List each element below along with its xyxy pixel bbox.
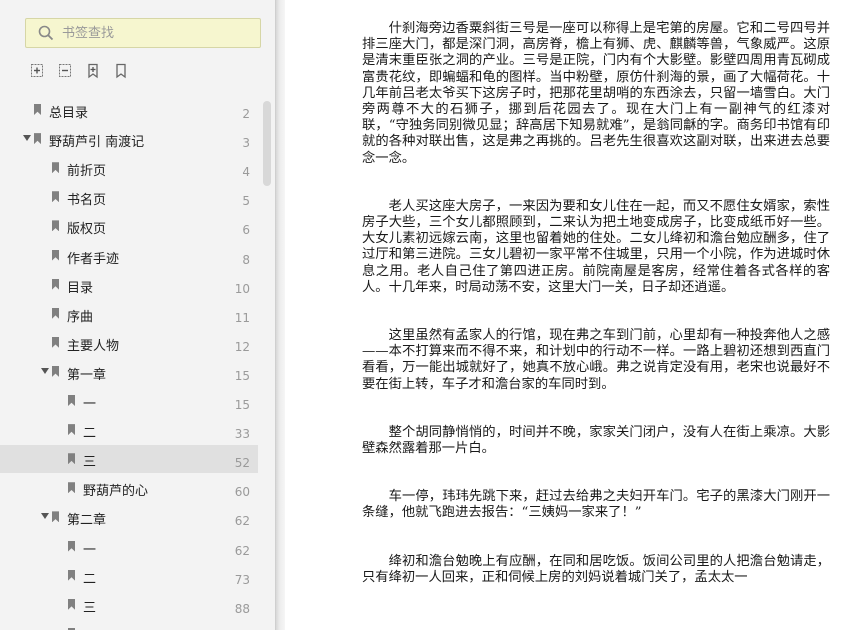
toc-item[interactable]: 序曲 11 (0, 300, 258, 328)
bookmark-toolbar (30, 63, 130, 81)
body-paragraph: 什刹海旁边香粟斜街三号是一座可以称得上是宅第的房屋。它和二号四号并排三座大门，都… (362, 21, 830, 166)
bookmark-icon (52, 336, 59, 348)
toc-item-page: 52 (234, 456, 250, 471)
toc-item[interactable]: 目录 10 (0, 271, 258, 299)
toc-item[interactable]: 第一章 15 (0, 358, 258, 386)
toc-item-label: 前折页 (67, 164, 107, 180)
bookmark-icon (34, 104, 41, 115)
toc-item-page: 33 (234, 427, 250, 442)
toc-item-page: 10 (234, 281, 250, 296)
toc-item[interactable]: 版权页 6 (0, 212, 258, 240)
toc-item-label: 二 (83, 571, 97, 587)
body-paragraph: 这里虽然有孟家人的行馆，现在弗之车到门前，心里却有一种投奔他人之感——本不打算来… (362, 328, 830, 392)
toc-item[interactable]: 三 52 (0, 445, 258, 474)
toc-item-label: 二 (83, 426, 97, 442)
toc-item-label: 书名页 (67, 193, 107, 209)
search-icon (38, 25, 54, 41)
collapse-all-icon[interactable] (58, 63, 74, 79)
toc-item-page: 5 (242, 194, 250, 209)
bookmark-sidebar: 总目录 2 野葫芦引 南渡记 3 前折页 4 书名页 5 版权页 6 作者手迹 8 目录 10 序曲 11 主要… (0, 0, 275, 630)
bookmark-icon (68, 424, 75, 436)
toc-item-label: 三 (83, 455, 97, 471)
toc-item[interactable]: 二 73 (0, 562, 258, 590)
bookmark-icon (68, 395, 75, 406)
bookmark-search-box[interactable] (25, 18, 261, 48)
add-bookmark-icon[interactable] (86, 63, 102, 79)
toc-item-page: 60 (234, 485, 250, 500)
toc-item-page: 3 (242, 136, 250, 151)
bookmark-icon (52, 220, 59, 232)
toc-item[interactable]: 野葫芦的心 60 (0, 474, 258, 502)
toc-item-page: 8 (242, 252, 250, 267)
toc-item-label: 作者手迹 (67, 251, 120, 267)
toc-item[interactable]: 一 15 (0, 387, 258, 415)
toc-item-label: 序曲 (67, 309, 94, 325)
toc-item[interactable]: 前折页 4 (0, 154, 258, 182)
bookmark-icon (52, 191, 59, 203)
toc-item[interactable]: 四 (0, 620, 258, 630)
document-page: 什刹海旁边香粟斜街三号是一座可以称得上是宅第的房屋。它和二号四号并排三座大门，都… (362, 21, 830, 618)
toc-item-page: 88 (234, 601, 250, 616)
bookmark-icon (68, 598, 75, 610)
bookmark-icon (52, 511, 59, 523)
bookmark-icon (68, 569, 75, 581)
toc-item-label: 总目录 (49, 106, 89, 121)
toc-item-label: 三 (83, 600, 97, 616)
expand-arrow-icon[interactable] (41, 367, 49, 374)
body-paragraph: 老人买这座大房子，一来因为要和女儿住在一起，而又不愿住女婿家，索性房子大些，三个… (362, 198, 830, 295)
toc-item[interactable]: 二 33 (0, 416, 258, 444)
bookmark-icon (52, 249, 59, 261)
toc-item-page: 6 (242, 223, 250, 238)
toc-item-page: 73 (234, 572, 250, 587)
toc-item[interactable]: 主要人物 12 (0, 329, 258, 357)
bookmark-icon (52, 278, 59, 290)
toc-item-label: 野葫芦引 南渡记 (49, 135, 145, 151)
toc-item-page: 2 (242, 107, 250, 121)
toc-item[interactable]: 书名页 5 (0, 183, 258, 211)
toc-item[interactable]: 一 62 (0, 533, 258, 561)
toc-item-label: 版权页 (67, 222, 107, 238)
bookmark-icon[interactable] (114, 63, 130, 79)
toc-item[interactable]: 第二章 62 (0, 503, 258, 531)
toc-item[interactable]: 作者手迹 8 (0, 242, 258, 270)
toc-item-page: 15 (234, 398, 250, 412)
toc-item-page: 62 (234, 514, 250, 529)
sidebar-splitter[interactable] (275, 0, 285, 630)
toc-item-page: 15 (234, 368, 250, 383)
expand-all-icon[interactable] (30, 63, 46, 79)
toc-item-label: 四 (83, 626, 96, 630)
toc-item-label: 第二章 (67, 513, 107, 529)
bookmark-icon (52, 162, 59, 174)
expand-arrow-icon[interactable] (41, 513, 49, 520)
toc-item-page: 62 (234, 543, 250, 558)
toc-item-page: 4 (242, 165, 250, 180)
toc-item[interactable]: 总目录 2 (0, 96, 258, 124)
toc-item-label: 目录 (67, 280, 94, 296)
toc-item-label: 野葫芦的心 (83, 484, 149, 500)
body-paragraph: 绛初和澹台勉晚上有应酬，在同和居吃饭。饭间公司里的人把澹台勉请走，只有绛初一人回… (362, 553, 830, 585)
bookmark-icon (68, 453, 75, 465)
toc-item[interactable]: 三 88 (0, 591, 258, 619)
toc-item-label: 一 (83, 397, 97, 412)
toc-item-page: 12 (234, 339, 250, 354)
bookmark-icon (68, 540, 75, 552)
bookmark-search-input[interactable] (62, 22, 252, 44)
expand-arrow-icon[interactable] (23, 135, 31, 142)
toc-item[interactable]: 野葫芦引 南渡记 3 (0, 125, 258, 153)
bookmark-icon (52, 365, 59, 377)
body-paragraph: 整个胡同静悄悄的，时间并不晚，家家关门闭户，没有人在街上乘凉。大影壁森然露着那一… (362, 424, 830, 457)
toc-item-label: 第一章 (67, 367, 107, 383)
bookmark-icon (52, 307, 59, 319)
toc-item-label: 主要人物 (67, 338, 120, 354)
body-paragraph: 车一停，玮玮先跳下来，赶过去给弗之夫妇开车门。宅子的黑漆大门刚开一条缝，他就飞跑… (362, 489, 830, 521)
sidebar-scrollbar[interactable] (263, 101, 271, 186)
toc-item-page: 11 (234, 310, 250, 325)
toc-item-label: 一 (83, 542, 97, 558)
bookmark-icon (68, 482, 75, 494)
bookmark-icon (34, 133, 41, 145)
